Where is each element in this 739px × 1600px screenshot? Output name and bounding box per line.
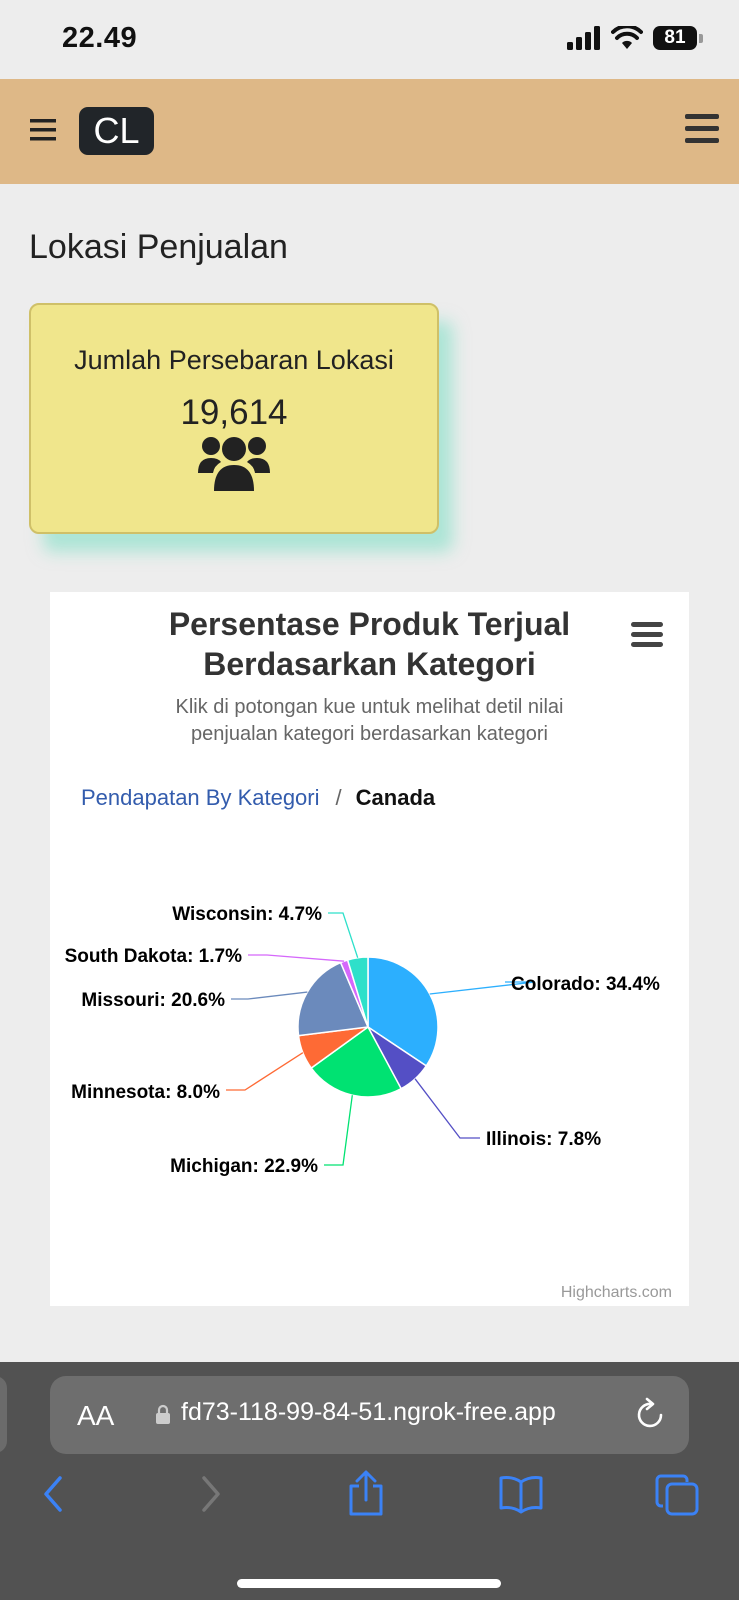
data-label-colorado: Colorado: 34.4% bbox=[511, 974, 660, 995]
previous-tab-peek[interactable] bbox=[0, 1376, 7, 1453]
menu-icon[interactable] bbox=[685, 114, 719, 144]
battery-tip bbox=[699, 33, 703, 43]
status-bar: 22.49 81 bbox=[0, 0, 739, 79]
connector-wisconsin bbox=[328, 912, 359, 958]
reload-icon[interactable] bbox=[635, 1397, 667, 1431]
stat-icon-wrap bbox=[31, 433, 437, 496]
data-label-wisconsin: Wisconsin: 4.7% bbox=[172, 904, 322, 925]
browser-toolbar bbox=[0, 1470, 739, 1549]
connector-illinois bbox=[414, 1078, 480, 1139]
data-label-michigan: Michigan: 22.9% bbox=[170, 1156, 318, 1177]
tabs-icon[interactable] bbox=[655, 1474, 699, 1516]
data-label-south-dakota: South Dakota: 1.7% bbox=[65, 946, 242, 967]
stat-value: 19,614 bbox=[180, 393, 288, 432]
battery-level: 81 bbox=[653, 26, 697, 50]
chart-credits[interactable]: Highcharts.com bbox=[561, 1284, 672, 1302]
browser-bar: AA fd73-118-99-84-51.ngrok-free.app bbox=[0, 1362, 739, 1600]
wifi-icon bbox=[611, 26, 643, 49]
lock-icon bbox=[156, 1404, 170, 1424]
bookmarks-icon[interactable] bbox=[498, 1474, 544, 1514]
reader-settings-button[interactable]: AA bbox=[77, 1400, 114, 1432]
data-label-missouri: Missouri: 20.6% bbox=[81, 990, 225, 1011]
data-label-illinois: Illinois: 7.8% bbox=[486, 1129, 601, 1150]
stat-label: Jumlah Persebaran Lokasi bbox=[74, 345, 394, 375]
forward-icon[interactable] bbox=[196, 1474, 226, 1514]
connector-south-dakota bbox=[248, 954, 345, 962]
brand-logo[interactable]: CL bbox=[79, 107, 154, 155]
share-icon[interactable] bbox=[346, 1470, 386, 1516]
stat-card: Jumlah Persebaran Lokasi 19,614 bbox=[29, 303, 439, 534]
aa-label: AA bbox=[77, 1400, 115, 1431]
users-icon bbox=[198, 437, 270, 491]
signal-icon bbox=[567, 26, 600, 50]
connector-minnesota bbox=[226, 1052, 304, 1091]
back-icon[interactable] bbox=[38, 1474, 68, 1514]
connector-missouri bbox=[231, 991, 308, 1000]
connector-michigan bbox=[324, 1095, 353, 1166]
home-indicator bbox=[237, 1579, 501, 1588]
address-bar[interactable]: AA fd73-118-99-84-51.ngrok-free.app bbox=[50, 1376, 689, 1454]
sidebar-toggle-icon[interactable] bbox=[30, 119, 56, 141]
navbar: CL bbox=[0, 79, 739, 184]
pie-chart: Colorado: 34.4% Illinois: 7.8% Michigan: 2… bbox=[65, 904, 660, 1177]
chart-container: Persentase Produk Terjual Berdasarkan Ka… bbox=[50, 592, 689, 1306]
status-time: 22.49 bbox=[62, 22, 138, 54]
status-icons: 81 bbox=[567, 26, 703, 50]
url-text[interactable]: fd73-118-99-84-51.ngrok-free.app bbox=[181, 1398, 556, 1427]
data-label-minnesota: Minnesota: 8.0% bbox=[71, 1082, 220, 1103]
page-title: Lokasi Penjualan bbox=[29, 228, 288, 266]
battery-indicator: 81 bbox=[653, 26, 703, 50]
